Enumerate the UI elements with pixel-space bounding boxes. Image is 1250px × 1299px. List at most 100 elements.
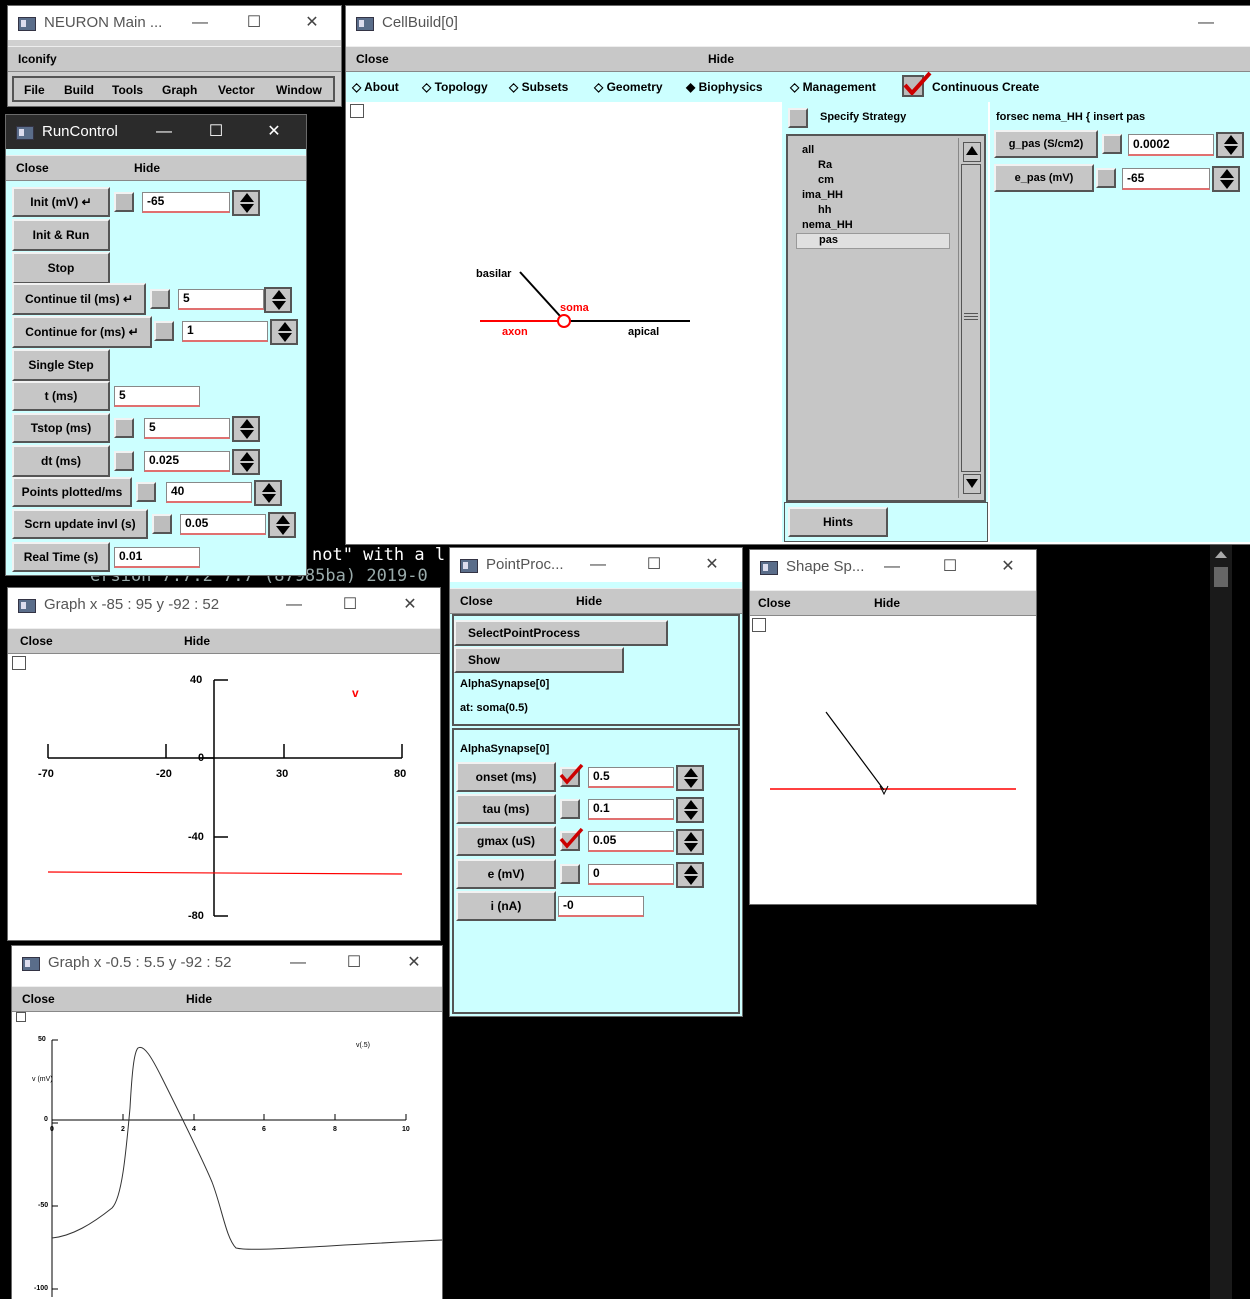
hide-menu[interactable]: Hide <box>874 596 900 610</box>
g-pas-checkbox[interactable] <box>1102 134 1122 154</box>
real-time-field[interactable]: 0.01 <box>114 547 200 568</box>
minimize-button[interactable]: — <box>150 121 178 143</box>
show-button[interactable]: Show <box>454 647 624 673</box>
tstop-stepper[interactable] <box>232 416 260 442</box>
dt-field[interactable]: 0.025 <box>144 451 230 472</box>
close-window-button[interactable]: ✕ <box>396 594 424 616</box>
gmax-checkbox[interactable] <box>559 827 584 851</box>
tau-field[interactable]: 0.1 <box>588 799 674 820</box>
tab-biophysics[interactable]: ◆ Biophysics <box>686 80 763 94</box>
e-button[interactable]: e (mV) <box>456 859 556 889</box>
scroll-up-icon[interactable] <box>963 142 981 162</box>
e-pas-field[interactable]: -65 <box>1122 168 1210 190</box>
runcontrol-titlebar[interactable]: RunControl — ☐ ✕ <box>6 115 306 149</box>
close-window-button[interactable]: ✕ <box>400 952 428 974</box>
tau-checkbox[interactable] <box>560 799 580 819</box>
points-plotted-checkbox[interactable] <box>136 482 156 502</box>
shape-canvas[interactable] <box>750 616 1036 904</box>
continue-til-stepper[interactable] <box>264 287 292 313</box>
tab-topology[interactable]: ◇ Topology <box>422 80 488 94</box>
maximize-button[interactable]: ☐ <box>640 554 668 576</box>
hide-menu[interactable]: Hide <box>576 594 602 608</box>
tab-management[interactable]: ◇ Management <box>790 80 876 94</box>
e-stepper[interactable] <box>676 862 704 888</box>
t-button[interactable]: t (ms) <box>12 381 110 411</box>
g-pas-stepper[interactable] <box>1216 132 1244 158</box>
menu-file[interactable]: File <box>24 83 45 97</box>
strategy-scrollbar[interactable] <box>958 138 983 498</box>
menu-tools[interactable]: Tools <box>112 83 143 97</box>
close-window-button[interactable]: ✕ <box>260 121 288 143</box>
e-pas-button[interactable]: e_pas (mV) <box>994 164 1094 192</box>
continue-for-button[interactable]: Continue for (ms) ↵ <box>12 316 152 348</box>
points-plotted-button[interactable]: Points plotted/ms <box>12 477 132 507</box>
close-window-button[interactable]: ✕ <box>698 554 726 576</box>
tab-geometry[interactable]: ◇ Geometry <box>594 80 663 94</box>
tab-subsets[interactable]: ◇ Subsets <box>509 80 568 94</box>
continue-til-field[interactable]: 5 <box>178 289 264 310</box>
topology-canvas[interactable]: basilar soma axon apical <box>348 102 780 542</box>
hide-menu[interactable]: Hide <box>134 161 160 175</box>
tree-ima-hh[interactable]: ima_HH <box>802 189 843 201</box>
tree-all[interactable]: all <box>802 144 814 156</box>
real-time-button[interactable]: Real Time (s) <box>12 542 110 572</box>
cellbuild-titlebar[interactable]: CellBuild[0] — <box>346 6 1250 40</box>
minimize-button[interactable]: — <box>1192 12 1220 34</box>
neuron-main-titlebar[interactable]: NEURON Main ... — ☐ ✕ <box>8 6 341 40</box>
minimize-button[interactable]: — <box>186 12 214 34</box>
e-checkbox[interactable] <box>560 864 580 884</box>
tab-about[interactable]: ◇ About <box>352 80 399 94</box>
strategy-list[interactable]: all Ra cm ima_HH hh nema_HH pas <box>786 134 986 502</box>
minimize-button[interactable]: — <box>584 554 612 576</box>
points-plotted-stepper[interactable] <box>254 480 282 506</box>
tstop-field[interactable]: 5 <box>144 418 230 439</box>
t-field[interactable]: 5 <box>114 386 200 407</box>
maximize-button[interactable]: ☐ <box>336 594 364 616</box>
gmax-field[interactable]: 0.05 <box>588 831 674 852</box>
gmax-button[interactable]: gmax (uS) <box>456 826 556 856</box>
close-menu[interactable]: Close <box>460 594 493 608</box>
maximize-button[interactable]: ☐ <box>936 556 964 578</box>
shape-titlebar[interactable]: Shape Sp... — ☐ ✕ <box>750 550 1036 584</box>
dt-button[interactable]: dt (ms) <box>12 445 110 477</box>
maximize-button[interactable]: ☐ <box>240 12 268 34</box>
init-run-button[interactable]: Init & Run <box>12 219 110 251</box>
init-stepper[interactable] <box>232 190 260 216</box>
graph2-canvas[interactable]: v (mV) v(.5) 0 2 4 6 8 10 50 0 -50 -100 <box>12 1012 442 1299</box>
gmax-stepper[interactable] <box>676 829 704 855</box>
specify-strategy-checkbox[interactable] <box>788 108 808 128</box>
tau-stepper[interactable] <box>676 797 704 823</box>
close-menu[interactable]: Close <box>356 52 389 66</box>
i-button[interactable]: i (nA) <box>456 891 556 921</box>
tree-cm[interactable]: cm <box>818 174 834 186</box>
iconify-label[interactable]: Iconify <box>18 52 57 66</box>
graph1-canvas[interactable]: -70 -20 30 80 40 0 -40 -80 v <box>8 654 440 940</box>
continue-til-button[interactable]: Continue til (ms) ↵ <box>12 283 146 315</box>
tree-pas[interactable]: pas <box>796 233 950 249</box>
continue-for-checkbox[interactable] <box>154 321 174 341</box>
e-pas-stepper[interactable] <box>1212 166 1240 192</box>
onset-field[interactable]: 0.5 <box>588 767 674 788</box>
minimize-button[interactable]: — <box>284 952 312 974</box>
tree-nema-hh[interactable]: nema_HH <box>802 219 853 231</box>
terminal-scrollbar[interactable] <box>1210 545 1232 1299</box>
e-field[interactable]: 0 <box>588 864 674 885</box>
tree-hh[interactable]: hh <box>818 204 831 216</box>
tree-ra[interactable]: Ra <box>818 159 832 171</box>
dt-checkbox[interactable] <box>114 451 134 471</box>
scroll-down-icon[interactable] <box>963 474 981 494</box>
close-window-button[interactable]: ✕ <box>994 556 1022 578</box>
scrn-update-checkbox[interactable] <box>152 514 172 534</box>
close-menu[interactable]: Close <box>20 634 53 648</box>
close-window-button[interactable]: ✕ <box>298 12 326 34</box>
pointproc-titlebar[interactable]: PointProc... — ☐ ✕ <box>450 548 742 582</box>
scrn-update-button[interactable]: Scrn update invl (s) <box>12 509 148 539</box>
graph1-titlebar[interactable]: Graph x -85 : 95 y -92 : 52 — ☐ ✕ <box>8 588 440 622</box>
scroll-thumb[interactable] <box>961 164 981 472</box>
g-pas-field[interactable]: 0.0002 <box>1128 134 1214 156</box>
tau-button[interactable]: tau (ms) <box>456 794 556 824</box>
scrn-update-field[interactable]: 0.05 <box>180 514 266 535</box>
e-pas-checkbox[interactable] <box>1096 168 1116 188</box>
init-field[interactable]: -65 <box>142 192 230 213</box>
maximize-button[interactable]: ☐ <box>340 952 368 974</box>
